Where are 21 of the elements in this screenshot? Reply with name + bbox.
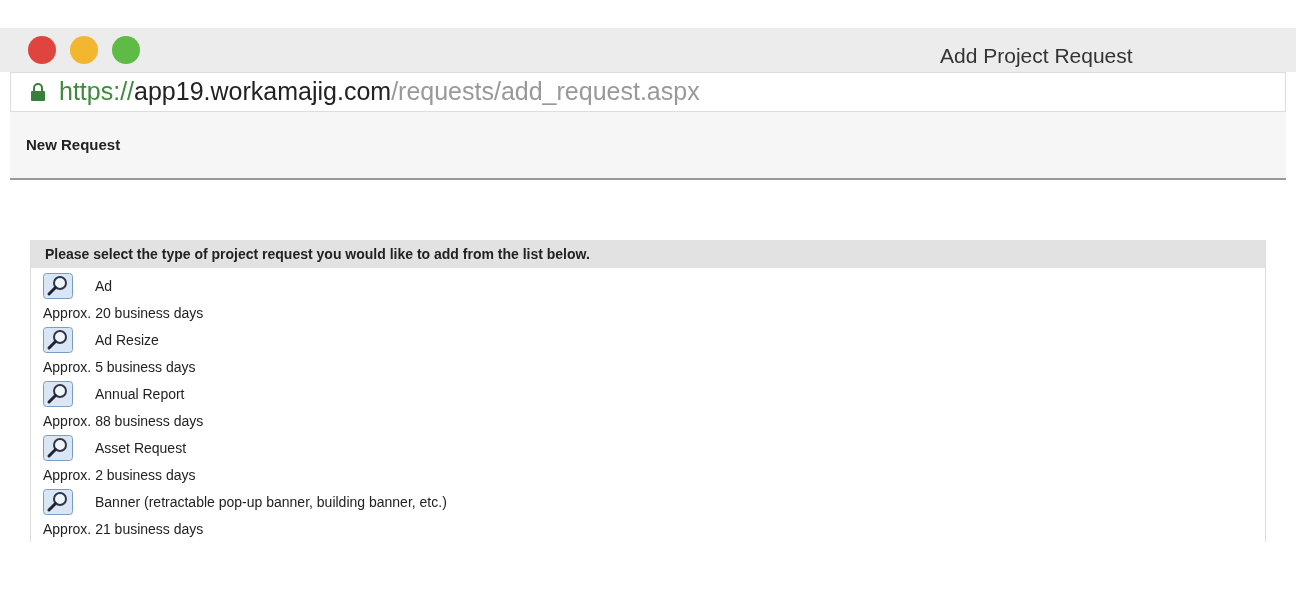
request-type-link[interactable]: Banner (retractable pop-up banner, building banner, etc.) [95,491,447,513]
lock-icon [31,83,45,101]
page-heading: New Request [26,134,121,155]
request-type-link[interactable]: Ad Resize [95,329,159,351]
request-type-link[interactable]: Ad [95,275,113,297]
duration-text: Approx. 2 business days [43,465,197,485]
magnifier-icon[interactable] [43,435,73,461]
magnifier-icon[interactable] [43,327,73,353]
magnifier-icon[interactable] [43,489,73,515]
duration-text: Approx. 20 business days [43,303,205,323]
duration-text: Approx. 5 business days [43,357,197,377]
magnifier-icon[interactable] [43,381,73,407]
window-title: Add Project Request [940,43,1133,69]
request-type-link[interactable]: Annual Report [95,383,185,405]
address-bar[interactable]: https://app19.workamajig.com/requests/add_request.aspx [10,72,1286,112]
duration-text: Approx. 21 business days [43,519,205,539]
url-text: https://app19.workamajig.com/requests/add_request.aspx [59,76,700,108]
instruction-text: Please select the type of project request you would like to add from the list below. [45,244,590,264]
request-type-link[interactable]: Asset Request [95,437,187,459]
duration-text: Approx. 88 business days [43,411,205,431]
magnifier-icon[interactable] [43,273,73,299]
